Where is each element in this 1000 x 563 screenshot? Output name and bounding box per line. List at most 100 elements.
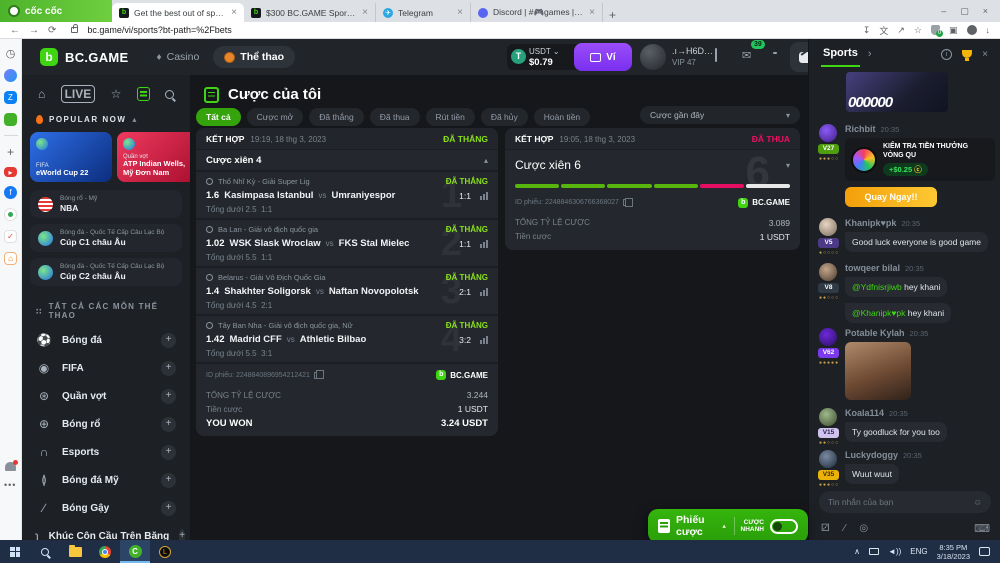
sidebar-item-american-football[interactable]: ≬ Bóng đá Mỹ + bbox=[22, 466, 190, 494]
bcgame-logo-text[interactable]: BC.GAME bbox=[65, 50, 129, 65]
info-icon[interactable]: i bbox=[941, 49, 952, 60]
tab-close-icon[interactable]: × bbox=[589, 7, 595, 18]
translate-icon[interactable]: 文 bbox=[879, 24, 888, 37]
sforum-icon[interactable] bbox=[4, 208, 17, 221]
quick-link-cup-c2[interactable]: Bóng đá - Quốc Tế Cấp Câu Lạc BộCúp C2 c… bbox=[30, 258, 182, 286]
close-icon[interactable]: × bbox=[982, 49, 988, 60]
spin-bonus-banner[interactable]: KIỂM TRA TIỀN THƯỞNG VÒNG QU +$0.25 ⓒ bbox=[845, 138, 995, 181]
trophy-icon[interactable] bbox=[962, 50, 972, 58]
sidebar-item-tennis[interactable]: ⊛ Quần vợt + bbox=[22, 382, 190, 410]
checklist-icon[interactable]: ✓ bbox=[4, 230, 17, 243]
filter-won[interactable]: Đã thắng bbox=[309, 108, 364, 126]
history-icon[interactable]: ◷ bbox=[4, 47, 17, 60]
quick-link-nba[interactable]: Bóng rổ - MỹNBA bbox=[30, 190, 182, 218]
stats-icon[interactable] bbox=[480, 336, 488, 344]
nav-casino[interactable]: ♦ Casino bbox=[157, 51, 200, 63]
tab-close-icon[interactable]: × bbox=[457, 7, 463, 18]
filter-all[interactable]: Tất cả bbox=[196, 108, 241, 126]
add-shortcut-icon[interactable]: + bbox=[4, 145, 17, 158]
file-explorer-icon[interactable] bbox=[60, 540, 90, 563]
sidebar-item-cricket[interactable]: ∕ Bóng Gậy + bbox=[22, 494, 190, 522]
facebook-icon[interactable]: f bbox=[4, 186, 17, 199]
download-media-icon[interactable]: ↧ bbox=[863, 25, 871, 36]
filter-lost[interactable]: Đã thua bbox=[370, 108, 420, 126]
sort-dropdown[interactable]: Cược gần đây ▾ bbox=[640, 106, 800, 124]
share-icon[interactable]: ↗ bbox=[897, 25, 905, 36]
volume-icon[interactable]: ◄)) bbox=[888, 547, 901, 556]
adblock-shield-icon[interactable]: 0 bbox=[931, 25, 940, 35]
network-icon[interactable] bbox=[869, 548, 879, 555]
tray-chevron-icon[interactable]: ∧ bbox=[854, 547, 860, 556]
bookmark-star-icon[interactable]: ☆ bbox=[914, 25, 922, 36]
mention[interactable]: @Khanipk♥pk bbox=[852, 308, 905, 318]
chrome-icon[interactable] bbox=[90, 540, 120, 563]
mail-icon[interactable]: ✉ bbox=[742, 49, 751, 62]
taskbar-search-icon[interactable] bbox=[30, 540, 60, 563]
avatar[interactable] bbox=[819, 328, 837, 346]
emoji-icon[interactable]: ☺ bbox=[973, 497, 982, 507]
collapse-caret-icon[interactable]: ▴ bbox=[132, 115, 138, 124]
live-icon[interactable]: LIVE bbox=[61, 85, 96, 103]
mention[interactable]: @Ydfnisrjiwb bbox=[852, 282, 902, 292]
chat-username[interactable]: Koala114 bbox=[845, 408, 884, 418]
filter-cashout[interactable]: Rút tiền bbox=[426, 108, 475, 126]
my-bets-icon[interactable] bbox=[137, 87, 150, 101]
chevron-right-icon[interactable]: › bbox=[868, 48, 872, 60]
favorites-star-icon[interactable]: ☆ bbox=[111, 87, 122, 101]
app-icon[interactable]: L bbox=[150, 540, 180, 563]
copy-icon[interactable] bbox=[314, 372, 320, 379]
notifications-bell-icon[interactable] bbox=[5, 462, 16, 471]
chat-image-message[interactable]: 000000 bbox=[846, 72, 948, 112]
user-info[interactable]: .ı→H6D… VIP 47 bbox=[672, 46, 713, 68]
keyboard-icon[interactable]: ⌨ bbox=[974, 522, 990, 535]
url-field[interactable]: bc.game/vi/sports?bt-path=%2Fbets bbox=[87, 25, 853, 35]
downloads-icon[interactable]: ↓ bbox=[986, 25, 991, 35]
start-button[interactable] bbox=[0, 540, 30, 563]
chat-username[interactable]: towqeer bilal bbox=[845, 263, 900, 273]
filter-refund[interactable]: Hoàn tiền bbox=[534, 108, 590, 126]
avatar[interactable] bbox=[819, 408, 837, 426]
currency-caret-icon[interactable]: ⌄ bbox=[553, 47, 560, 56]
bets-receipt-icon[interactable] bbox=[715, 49, 717, 61]
action-center-icon[interactable] bbox=[979, 547, 990, 556]
collapse-caret-icon[interactable]: ▾ bbox=[786, 161, 790, 170]
slash-command-icon[interactable]: ∕ bbox=[844, 523, 846, 534]
bcgame-logo-icon[interactable]: b bbox=[40, 48, 58, 66]
bet-card-lost[interactable]: KẾT HỢP 19:05, 18 thg 3, 2023 ĐÃ THUA Cư… bbox=[505, 128, 800, 250]
games-icon[interactable] bbox=[4, 113, 17, 126]
browser-tab-4[interactable]: Discord | #🎮games | BC G × bbox=[471, 3, 603, 22]
browser-tab-1[interactable]: b Get the best out of sports b × bbox=[112, 3, 244, 22]
popular-card-atp-indian-wells[interactable]: Quần vợt ATP Indian Wells, Mỹ Đơn Nam bbox=[117, 132, 190, 182]
stats-icon[interactable] bbox=[480, 240, 488, 248]
tab-close-icon[interactable]: × bbox=[231, 7, 237, 18]
window-close-button[interactable]: × bbox=[983, 6, 988, 16]
avatar[interactable] bbox=[819, 124, 837, 142]
user-avatar[interactable] bbox=[640, 44, 666, 70]
search-icon[interactable] bbox=[165, 90, 174, 99]
zalo-icon[interactable]: Z bbox=[4, 91, 17, 104]
gif-icon[interactable]: ◎ bbox=[859, 523, 868, 534]
chat-username[interactable]: Luckydoggy bbox=[845, 450, 898, 460]
minimize-button[interactable]: – bbox=[941, 6, 946, 16]
copy-icon[interactable] bbox=[623, 199, 629, 206]
avatar[interactable] bbox=[819, 218, 837, 236]
quick-link-cup-c1[interactable]: Bóng đá - Quốc Tế Cấp Câu Lạc BộCúp C1 c… bbox=[30, 224, 182, 252]
expand-plus-icon[interactable]: + bbox=[161, 333, 176, 348]
coccoc-brand[interactable]: cốc cốc bbox=[0, 0, 112, 22]
sidebar-item-ice-hockey[interactable]: ʅ Khúc Côn Cầu Trên Băng + bbox=[22, 522, 190, 540]
chat-image[interactable] bbox=[845, 342, 911, 400]
reload-icon[interactable]: ⟳ bbox=[48, 25, 56, 36]
padlock-icon[interactable] bbox=[71, 27, 78, 33]
language-indicator[interactable]: ENG bbox=[910, 547, 927, 556]
chat-tab-sports[interactable]: Sports bbox=[821, 41, 860, 67]
chat-username[interactable]: Khanipk♥pk bbox=[845, 218, 896, 228]
betslip-button[interactable]: Phiếu cược ▴ CƯỢCNHANH bbox=[648, 509, 808, 543]
nav-sports[interactable]: Thể thao bbox=[213, 46, 295, 68]
more-options-icon[interactable]: ••• bbox=[4, 480, 16, 490]
popular-card-fifa-eworld-cup[interactable]: FIFA eWorld Cup 22 bbox=[30, 132, 112, 182]
wallet-button[interactable]: Ví bbox=[574, 43, 632, 71]
back-icon[interactable]: ← bbox=[10, 25, 20, 36]
sidebar-item-esports[interactable]: ∩ Esports + bbox=[22, 438, 190, 466]
quick-bet-toggle[interactable] bbox=[770, 519, 798, 534]
clock[interactable]: 8:35 PM 3/18/2023 bbox=[937, 543, 970, 561]
